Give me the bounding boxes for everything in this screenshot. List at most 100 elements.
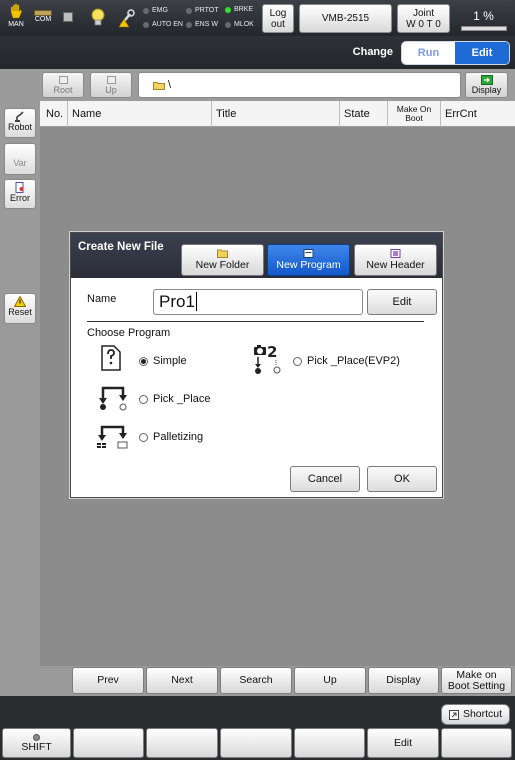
tab-new-program[interactable]: New Program: [267, 244, 350, 276]
choose-program-label: Choose Program: [87, 327, 171, 339]
error-button[interactable]: Error: [4, 179, 36, 209]
mode-bar: Change Run Edit: [0, 36, 515, 69]
warning-icon: [14, 296, 26, 307]
document-icon: [58, 76, 68, 84]
robot-label: Robot: [7, 122, 33, 132]
option-pick-place[interactable]: Pick _Place: [139, 393, 210, 405]
man-label: MAN: [8, 21, 24, 28]
root-button[interactable]: Root: [42, 72, 84, 98]
function-bar: Prev Next Search Up Display Make on Boot…: [0, 666, 515, 696]
column-header-make-on-boot[interactable]: Make On Boot: [387, 101, 440, 127]
root-label: Root: [53, 85, 73, 95]
text-cursor: [195, 292, 197, 311]
name-edit-button[interactable]: Edit: [367, 289, 437, 315]
soft-key-7[interactable]: [441, 728, 512, 758]
current-path: \: [168, 79, 172, 91]
indicator-prtot: PRTOT: [186, 7, 218, 14]
lightbulb-icon: [91, 8, 105, 26]
logout-button[interactable]: Log out: [262, 4, 294, 33]
var-button[interactable]: Var: [4, 143, 36, 175]
display-path-button[interactable]: Display: [465, 72, 508, 98]
reset-button[interactable]: Reset: [4, 293, 36, 324]
file-table-header: No. Name Title State Make On Boot ErrCnt: [40, 101, 515, 127]
option-simple[interactable]: Simple: [139, 355, 187, 367]
divider: [87, 321, 424, 322]
left-sidebar: Robot Var Error Reset: [0, 69, 40, 666]
shortcut-label: Shortcut: [462, 708, 503, 720]
folder-icon: [217, 249, 228, 258]
ok-button[interactable]: OK: [367, 466, 437, 492]
path-bar: Root Up \ Display: [40, 69, 515, 101]
shift-button[interactable]: SHIFT: [2, 728, 71, 758]
run-edit-toggle[interactable]: Run Edit: [401, 41, 510, 65]
radio-selected-icon[interactable]: [139, 356, 148, 366]
coordinate-button[interactable]: Joint W 0 T 0: [397, 4, 450, 33]
name-input[interactable]: Pro1: [153, 289, 363, 315]
column-header-state[interactable]: State: [339, 101, 387, 127]
status-dot-icon: [186, 21, 192, 28]
radio-icon[interactable]: [139, 394, 148, 404]
hand-icon: [10, 3, 23, 19]
next-button[interactable]: Next: [146, 667, 218, 694]
dialog-title: Create New File: [78, 241, 164, 253]
name-label: Name: [87, 293, 117, 305]
header-file-icon: [390, 249, 401, 258]
status-dot-icon: [143, 21, 149, 28]
wrench-warning-icon: [118, 9, 135, 28]
prev-button[interactable]: Prev: [72, 667, 144, 694]
make-on-boot-setting-button[interactable]: Make on Boot Setting: [441, 667, 512, 694]
simple-program-icon: [101, 345, 121, 371]
tab-new-folder[interactable]: New Folder: [181, 244, 264, 276]
option-label: Pick _Place: [153, 393, 211, 405]
com-label: COM: [34, 16, 52, 23]
soft-key-2[interactable]: [73, 728, 144, 758]
soft-key-5[interactable]: [294, 728, 365, 758]
robot-arm-icon: [15, 111, 24, 122]
speed-indicator[interactable]: 1 %: [457, 4, 510, 33]
indicator-auto-en: AUTO EN: [143, 21, 183, 28]
up-button[interactable]: Up: [90, 72, 132, 98]
manual-mode-indicator: MAN: [4, 3, 28, 28]
column-header-name[interactable]: Name: [67, 101, 211, 127]
palletizing-icon: [97, 425, 128, 449]
option-palletizing[interactable]: Palletizing: [139, 431, 203, 443]
search-button[interactable]: Search: [220, 667, 292, 694]
display-button[interactable]: Display: [368, 667, 439, 694]
column-header-no[interactable]: No.: [42, 101, 69, 127]
status-dot-icon: [225, 21, 231, 28]
option-pick-place-evp2[interactable]: Pick _Place(EVP2): [293, 355, 400, 367]
up-function-button[interactable]: Up: [294, 667, 366, 694]
speed-bar: [460, 26, 507, 31]
soft-key-bar: SHIFT Edit: [0, 726, 515, 760]
run-option[interactable]: Run: [402, 42, 455, 64]
shift-indicator-icon: [33, 733, 40, 741]
soft-key-4[interactable]: [220, 728, 292, 758]
indicator-emg: EMG: [143, 7, 168, 14]
path-field[interactable]: \: [138, 72, 461, 98]
robot-button[interactable]: Robot: [4, 108, 36, 138]
up-label: Up: [105, 85, 117, 95]
radio-icon[interactable]: [139, 432, 148, 442]
error-document-icon: [15, 182, 24, 193]
export-icon: [480, 75, 493, 85]
shortcut-button[interactable]: Shortcut: [441, 704, 510, 725]
tab-label: New Program: [276, 259, 341, 271]
soft-key-3[interactable]: [146, 728, 218, 758]
edit-option[interactable]: Edit: [455, 42, 509, 64]
com-indicator: COM: [32, 10, 54, 23]
coord-label: Joint: [412, 7, 435, 19]
edit-soft-key[interactable]: Edit: [367, 728, 439, 758]
option-label: Simple: [153, 355, 187, 367]
column-header-title[interactable]: Title: [211, 101, 339, 127]
column-header-errcnt[interactable]: ErrCnt: [440, 101, 515, 127]
tab-label: New Header: [366, 259, 425, 271]
status-dot-on-icon: [225, 6, 231, 13]
tab-new-header[interactable]: New Header: [354, 244, 437, 276]
svg-text:2: 2: [267, 343, 277, 361]
status-dot-icon: [186, 7, 192, 14]
name-value: Pro1: [159, 292, 195, 311]
cancel-button[interactable]: Cancel: [290, 466, 360, 492]
robot-model-button[interactable]: VMB-2515: [299, 4, 392, 33]
program-file-icon: [303, 249, 314, 258]
radio-icon[interactable]: [293, 356, 302, 366]
